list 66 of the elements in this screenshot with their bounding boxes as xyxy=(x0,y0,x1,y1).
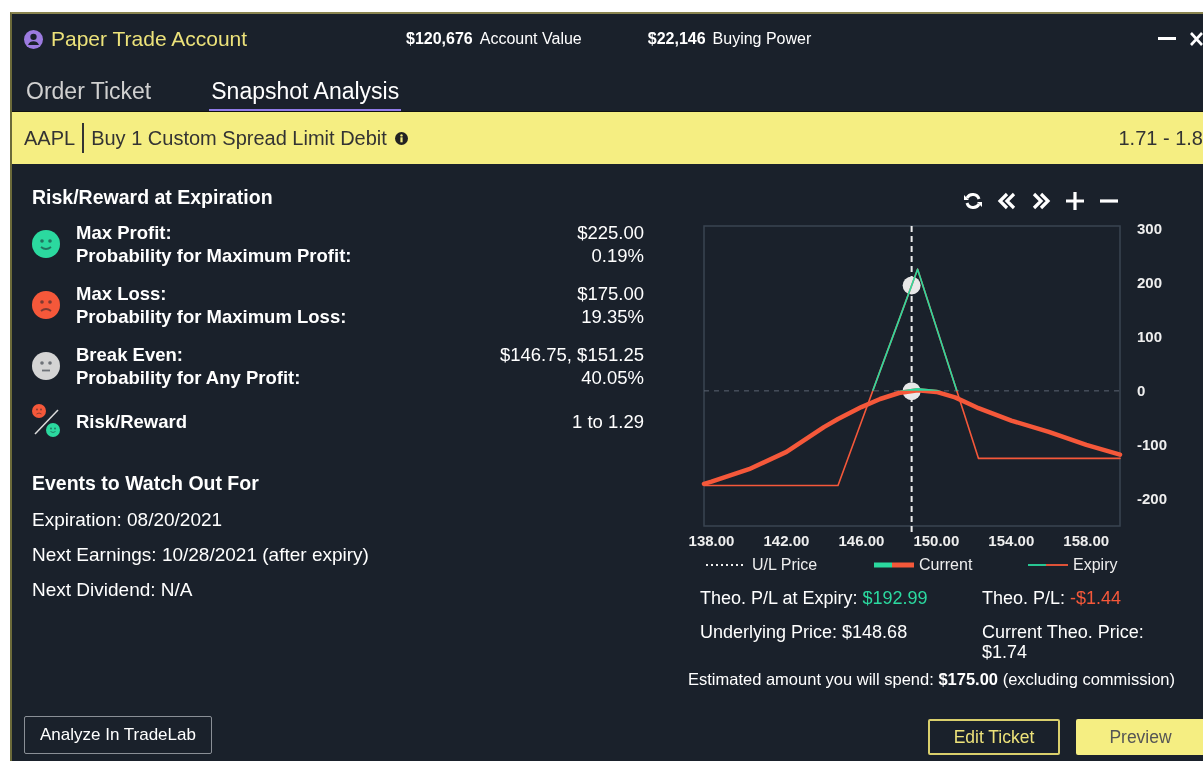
axis-tick-label: 146.00 xyxy=(838,532,885,549)
stat-value: -$1.44 xyxy=(1070,588,1122,608)
metric-value: 0.19% xyxy=(591,244,644,267)
metric-value: $225.00 xyxy=(577,221,644,244)
stat-value: $148.68 xyxy=(842,622,908,642)
minimize-icon[interactable] xyxy=(1158,37,1176,41)
stat-label: Theo. P/L at Expiry: xyxy=(700,588,858,608)
event-item: Next Dividend: N/A xyxy=(32,579,194,601)
axis-tick-label: 0 xyxy=(1137,381,1146,399)
axis-tick-label: 100 xyxy=(1137,327,1163,345)
stat-label: Current Theo. Price: xyxy=(982,622,1144,642)
stat-value: $1.74 xyxy=(982,642,1028,662)
estimate-text: Estimated amount you will spend: $175.00 (excluding commission) xyxy=(688,670,1177,689)
metric-label: Probability for Any Profit: xyxy=(76,366,302,389)
axis-tick-label: 158.00 xyxy=(1063,532,1110,549)
axis-tick-label: -200 xyxy=(1137,489,1168,507)
metric-label: Max Loss: xyxy=(76,282,168,305)
event-item: Expiration: 08/20/2021 xyxy=(32,509,224,531)
axis-tick-label: 150.00 xyxy=(913,532,960,549)
close-icon[interactable] xyxy=(1190,32,1203,46)
metric-value: 40.05% xyxy=(581,366,644,389)
legend-label: U/L Price xyxy=(752,556,818,573)
stat-value: $192.99 xyxy=(862,588,928,608)
stat-label: Buying Power xyxy=(712,30,812,48)
account-title: Paper Trade Account xyxy=(51,27,248,51)
marker-dot xyxy=(902,276,921,295)
metric-label: Max Profit: xyxy=(76,221,173,244)
metric-label: Risk/Reward xyxy=(76,409,189,433)
legend-label: Expiry xyxy=(1073,556,1118,573)
user-icon xyxy=(24,29,43,49)
analyze-button[interactable]: Analyze In TradeLab xyxy=(24,716,212,754)
double-right-icon[interactable] xyxy=(1031,191,1051,211)
metric-value: $175.00 xyxy=(577,282,644,305)
metric-label: Break Even: xyxy=(76,343,184,366)
stat-label: Theo. P/L: xyxy=(982,588,1066,608)
stat-label: Account Value xyxy=(479,30,582,48)
tab[interactable]: Order Ticket xyxy=(24,64,154,111)
metric-label: Probability for Maximum Profit: xyxy=(76,244,353,267)
metric-value: 1 to 1.29 xyxy=(572,409,644,433)
axis-tick-label: 200 xyxy=(1137,273,1163,291)
info-icon[interactable] xyxy=(394,131,408,145)
axis-tick-label: -100 xyxy=(1137,435,1168,453)
axis-tick-label: 300 xyxy=(1137,219,1163,237)
event-item: Next Earnings: 10/28/2021 (after expiry) xyxy=(32,544,370,566)
axis-tick-label: 138.00 xyxy=(688,532,735,549)
stat-label: Underlying Price: xyxy=(700,622,838,642)
axis-tick-label: 154.00 xyxy=(988,532,1035,549)
metric-value: 19.35% xyxy=(581,305,644,328)
zoom-in-icon[interactable] xyxy=(1065,191,1085,211)
refresh-icon[interactable] xyxy=(963,191,983,211)
preview-button[interactable]: Preview xyxy=(1076,719,1203,755)
metric-value: $146.75, $151.25 xyxy=(499,343,644,366)
double-left-icon[interactable] xyxy=(997,191,1017,211)
edit-button[interactable]: Edit Ticket xyxy=(928,719,1060,755)
ratio-icon xyxy=(32,404,62,438)
legend-label: Current xyxy=(919,556,973,573)
price-range: 1.71 - 1.8 xyxy=(1118,126,1203,150)
stat-value: $120,676 xyxy=(406,30,473,48)
marker-dot xyxy=(902,382,921,401)
legend-swatch xyxy=(874,562,914,568)
section-heading: Risk/Reward at Expiration xyxy=(32,186,274,209)
axis-tick-label: 142.00 xyxy=(763,532,810,549)
order-description: Buy 1 Custom Spread Limit Debit xyxy=(90,126,387,150)
section-heading: Events to Watch Out For xyxy=(32,472,260,495)
metric-label: Probability for Maximum Loss: xyxy=(76,305,348,328)
stat-value: $22,146 xyxy=(647,30,706,48)
